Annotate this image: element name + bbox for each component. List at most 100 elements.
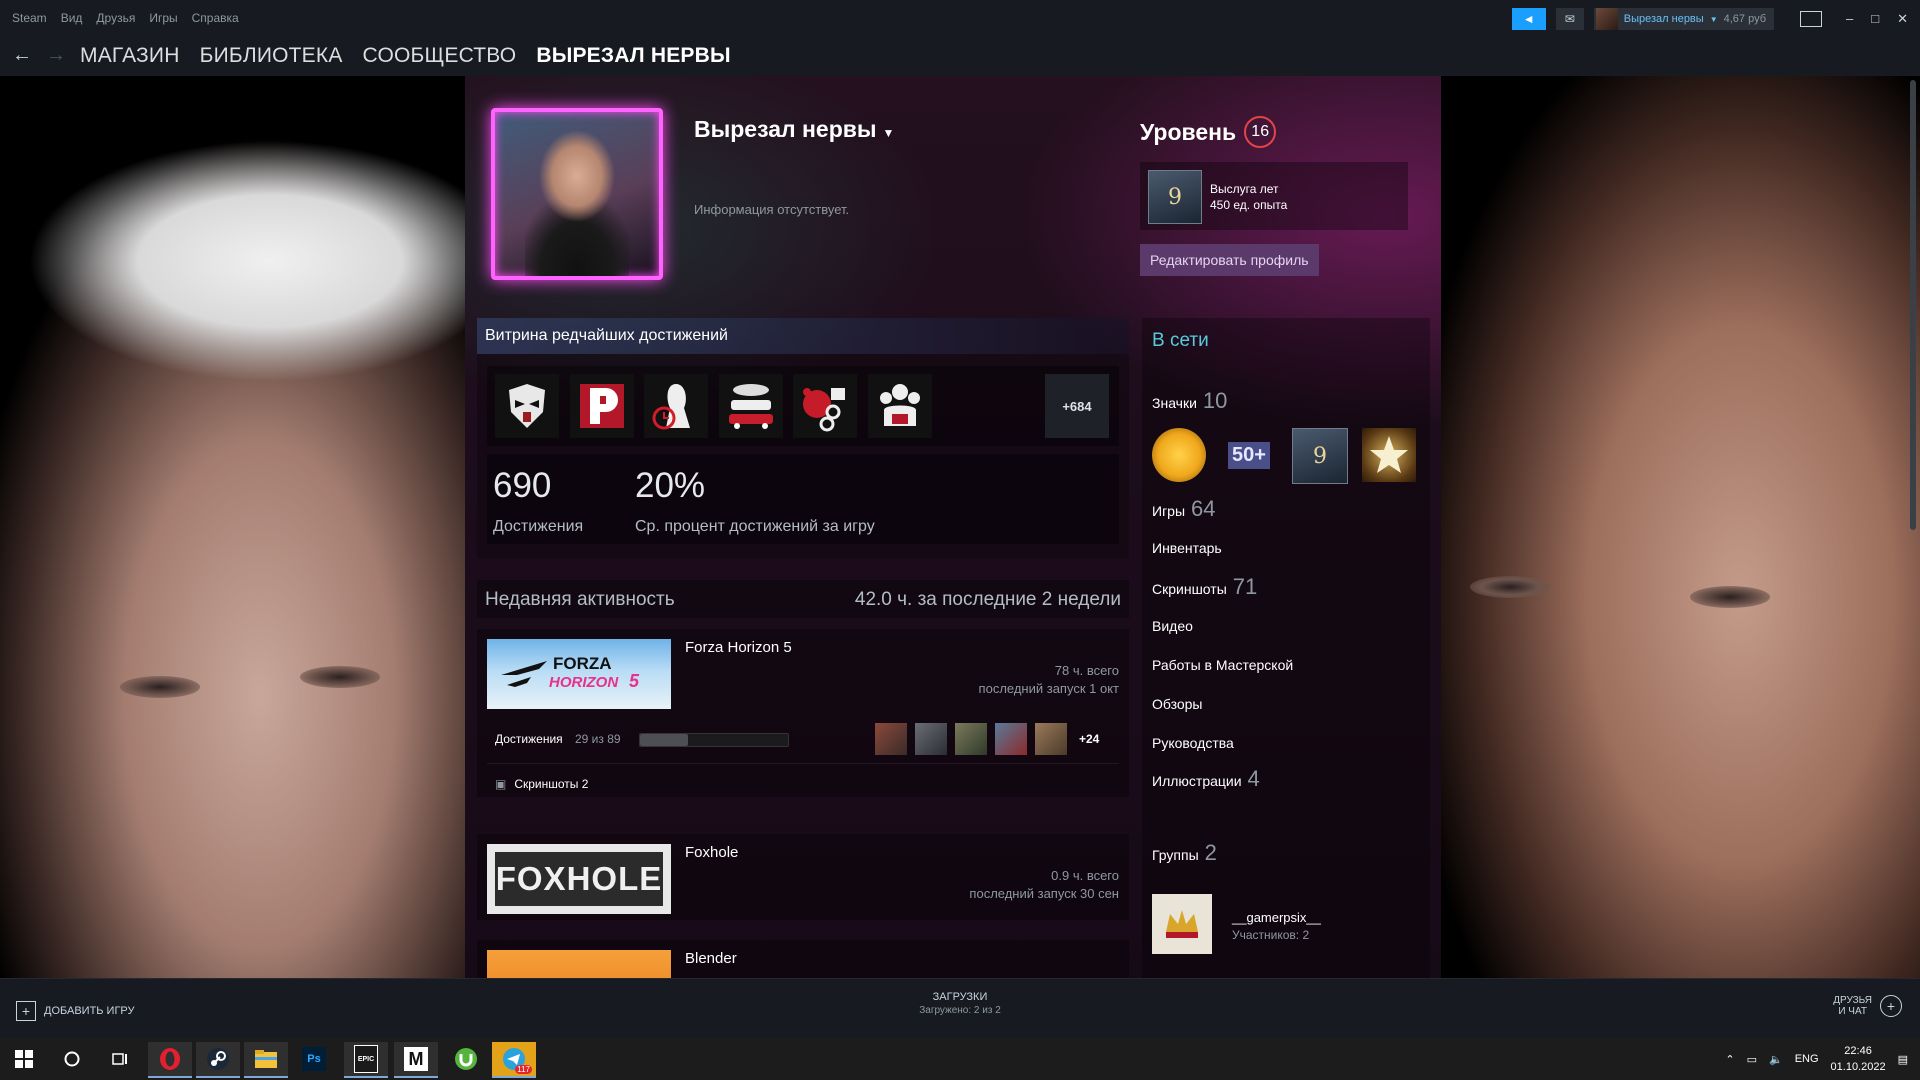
back-arrow-icon[interactable]: ← — [12, 44, 32, 67]
game-hours: 78 ч. всего — [1054, 663, 1119, 678]
achievement-thumb[interactable] — [875, 723, 907, 755]
screenshots-link[interactable]: Скриншоты 71 — [1152, 574, 1257, 600]
achievements-label[interactable]: Достижения — [495, 732, 563, 746]
reviews-link[interactable]: Обзоры — [1152, 696, 1203, 712]
team-achievement-icon[interactable] — [868, 374, 932, 438]
clock[interactable]: 22:46 01.10.2022 — [1831, 1043, 1886, 1075]
forward-arrow-icon[interactable]: → — [46, 44, 66, 67]
group-avatar[interactable] — [1152, 894, 1212, 954]
minimize-icon[interactable]: – — [1846, 11, 1853, 27]
notifications-button[interactable]: ✉ — [1555, 8, 1584, 30]
account-menu[interactable]: Вырезал нервы ▼ 4,67 руб — [1593, 8, 1774, 30]
background-art-right — [1440, 76, 1920, 978]
action-center-icon[interactable]: ▤ — [1898, 1053, 1908, 1066]
network-icon[interactable]: ▭ — [1747, 1053, 1757, 1066]
game-capsule[interactable]: FOXHOLE — [487, 844, 671, 914]
menu-help[interactable]: Справка — [192, 11, 239, 25]
opera-icon[interactable] — [148, 1042, 192, 1078]
nav-profile[interactable]: ВЫРЕЗАЛ НЕРВЫ — [536, 44, 730, 68]
announcements-button[interactable]: ◄ — [1511, 8, 1546, 30]
featured-badge[interactable]: 9 Выслуга лет 450 ед. опыта — [1140, 162, 1408, 230]
artwork-link[interactable]: Иллюстрации 4 — [1152, 766, 1260, 792]
star-badge-icon[interactable] — [1362, 428, 1416, 482]
background-eye — [300, 666, 380, 688]
guides-link[interactable]: Руководства — [1152, 735, 1234, 751]
achievement-thumb[interactable] — [1035, 723, 1067, 755]
video-link[interactable]: Видео — [1152, 618, 1193, 634]
games-link[interactable]: Игры 64 — [1152, 496, 1216, 522]
more-achievements-button[interactable]: +684 — [1045, 374, 1109, 438]
close-icon[interactable]: ✕ — [1897, 11, 1908, 27]
achievements-label: Достижения — [493, 518, 584, 535]
search-icon[interactable] — [50, 1042, 94, 1076]
menu-friends[interactable]: Друзья — [96, 11, 135, 25]
inventory-link[interactable]: Инвентарь — [1152, 540, 1222, 556]
badge-title: Выслуга лет — [1210, 182, 1279, 196]
chat-label: И ЧАТ — [1838, 1006, 1867, 1017]
m-app-icon[interactable]: M — [394, 1042, 438, 1078]
game-capsule[interactable]: FORZA HORIZON 5 — [487, 639, 671, 709]
windows-start-icon[interactable] — [2, 1042, 46, 1076]
big-picture-icon[interactable] — [1800, 11, 1822, 27]
letter-p-achievement-icon[interactable] — [570, 374, 634, 438]
menu-steam[interactable]: Steam — [12, 11, 47, 25]
language-indicator[interactable]: ENG — [1795, 1053, 1819, 1065]
profile-avatar[interactable] — [491, 108, 663, 280]
telegram-icon[interactable]: 117 — [492, 1042, 536, 1078]
profile-panel: Вырезал нервы ▼ Информация отсутствует. У… — [465, 76, 1441, 978]
years-badge-icon[interactable]: 9 — [1292, 428, 1348, 484]
achievement-thumb[interactable] — [955, 723, 987, 755]
explorer-icon[interactable] — [244, 1042, 288, 1078]
chevron-up-icon[interactable]: ⌃ — [1725, 1053, 1734, 1066]
game-name[interactable]: Forza Horizon 5 — [685, 639, 792, 656]
group-name[interactable]: __gamerpsix__ — [1232, 910, 1321, 925]
windows-taskbar: Ps EPIC M 117 ⌃ ▭ 🔈 ENG 22:46 01.10.2022… — [0, 1038, 1920, 1080]
task-view-icon[interactable] — [98, 1042, 142, 1076]
game-capsule[interactable] — [487, 950, 671, 978]
game-name[interactable]: Blender — [685, 950, 737, 967]
clock-figure-achievement-icon[interactable] — [644, 374, 708, 438]
online-status: В сети — [1152, 330, 1209, 351]
nav-community[interactable]: СООБЩЕСТВО — [363, 44, 517, 68]
achievement-thumb[interactable] — [995, 723, 1027, 755]
nav-library[interactable]: БИБЛИОТЕКА — [200, 44, 343, 68]
friends-chat-button[interactable]: ДРУЗЬЯ И ЧАТ + — [1833, 995, 1902, 1017]
utorrent-icon[interactable] — [444, 1042, 488, 1076]
gold-coin-badge-icon[interactable] — [1152, 428, 1206, 482]
artwork-count: 4 — [1247, 766, 1260, 791]
title-bar-controls: ◄ ✉ Вырезал нервы ▼ 4,67 руб – □ ✕ — [1511, 8, 1920, 30]
edit-profile-button[interactable]: Редактировать профиль — [1140, 244, 1319, 276]
recent-activity-summary: 42.0 ч. за последние 2 недели — [854, 589, 1121, 610]
photoshop-icon[interactable]: Ps — [292, 1042, 336, 1076]
game-screenshots-link[interactable]: ▣ Скриншоты 2 — [495, 777, 588, 791]
game-name[interactable]: Foxhole — [685, 844, 738, 861]
handcuffs-achievement-icon[interactable] — [793, 374, 857, 438]
epic-label: EPIC — [354, 1045, 378, 1073]
more-achievements[interactable]: +24 — [1079, 732, 1099, 746]
mask-achievement-icon[interactable] — [495, 374, 559, 438]
maximize-icon[interactable]: □ — [1871, 11, 1879, 27]
volume-icon[interactable]: 🔈 — [1769, 1053, 1783, 1066]
badges-count: 10 — [1202, 388, 1228, 413]
50-plus-badge-icon[interactable]: 50+ — [1222, 428, 1276, 482]
profile-sidebar: В сети Значки 10 50+ 9 Игры 64 Инвентарь С… — [1142, 318, 1430, 978]
menu-games[interactable]: Игры — [149, 11, 177, 25]
cars-achievement-icon[interactable] — [719, 374, 783, 438]
crown-icon — [1166, 910, 1198, 938]
epic-games-icon[interactable]: EPIC — [344, 1042, 388, 1078]
downloads-status[interactable]: ЗАГРУЗКИ Загружено: 2 из 2 — [0, 991, 1920, 1016]
screenshots-count: 71 — [1232, 574, 1258, 599]
badges-link[interactable]: Значки 10 — [1152, 388, 1227, 414]
profile-summary: Информация отсутствует. — [694, 202, 850, 217]
nav-store[interactable]: МАГАЗИН — [80, 44, 180, 68]
workshop-link[interactable]: Работы в Мастерской — [1152, 657, 1293, 673]
menu-view[interactable]: Вид — [61, 11, 83, 25]
50-plus-label: 50+ — [1228, 441, 1270, 469]
profile-name-dropdown[interactable]: Вырезал нервы ▼ — [694, 116, 894, 143]
achievement-thumb[interactable] — [915, 723, 947, 755]
steam-icon[interactable] — [196, 1042, 240, 1078]
groups-link[interactable]: Группы 2 — [1152, 840, 1217, 866]
badge-xp: 450 ед. опыта — [1210, 198, 1288, 212]
page-scrollbar[interactable] — [1910, 80, 1916, 530]
recent-game-foxhole: FOXHOLE Foxhole 0.9 ч. всего последний з… — [477, 834, 1129, 920]
